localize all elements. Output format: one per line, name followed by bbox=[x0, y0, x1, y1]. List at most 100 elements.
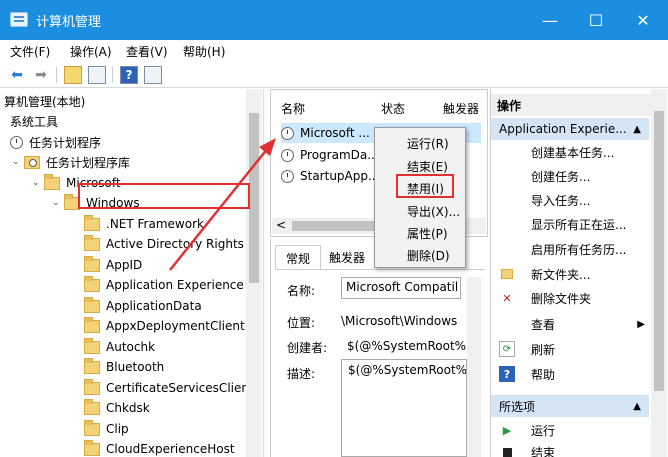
window-title: 计算机管理 bbox=[36, 15, 102, 30]
help-icon[interactable]: ? bbox=[120, 66, 138, 84]
tree-item-label: 算机管理(本地) bbox=[4, 94, 86, 109]
annotation-highlight-application-experience bbox=[78, 183, 250, 209]
folder-icon bbox=[44, 173, 60, 190]
action-run[interactable]: ▶ 运行 bbox=[499, 420, 555, 440]
close-button[interactable]: ✕ bbox=[620, 0, 666, 40]
delete-icon: ✕ bbox=[502, 291, 512, 305]
column-header-trigger[interactable]: 触发器 bbox=[443, 100, 479, 117]
library-icon bbox=[24, 155, 40, 169]
tree-item-clip[interactable]: Clip bbox=[84, 419, 129, 439]
folder-icon bbox=[84, 296, 100, 313]
action-create-task[interactable]: 创建任务... bbox=[499, 166, 590, 186]
tree-item-label: ApplicationData bbox=[106, 299, 202, 313]
task-row-programdata[interactable]: ProgramDa... bbox=[281, 145, 379, 165]
details-scrollbar[interactable] bbox=[467, 277, 481, 457]
tree-item-cloudexperiencehost[interactable]: CloudExperienceHost bbox=[84, 439, 235, 457]
name-label: 名称: bbox=[287, 284, 316, 298]
toolbar: ⬅ ➡ ? bbox=[0, 62, 668, 88]
action-help[interactable]: ? 帮助 bbox=[499, 364, 555, 384]
toolbar-separator bbox=[112, 67, 113, 83]
collapse-icon[interactable]: ▲ bbox=[633, 124, 641, 135]
menu-view[interactable]: 查看(V) bbox=[126, 43, 168, 60]
action-label: 结束 bbox=[531, 445, 556, 457]
task-name: Microsoft ... bbox=[300, 126, 370, 140]
maximize-button[interactable]: ☐ bbox=[573, 0, 619, 40]
menu-action[interactable]: 操作(A) bbox=[70, 43, 112, 60]
column-header-name[interactable]: 名称 bbox=[281, 100, 305, 117]
actions-pane: 操作 Application Experie... ▲ 创建基本任务... 创建… bbox=[490, 89, 668, 457]
description-label: 描述: bbox=[287, 367, 316, 381]
tree-item-application-experience[interactable]: Application Experience bbox=[84, 275, 244, 295]
action-label: 删除文件夹 bbox=[531, 291, 592, 306]
context-menu-properties[interactable]: 属性(P) bbox=[375, 222, 465, 244]
properties-icon[interactable] bbox=[144, 66, 162, 84]
tree-item-appid[interactable]: AppID bbox=[84, 255, 142, 275]
action-group-selected-item[interactable]: 所选项 ▲ bbox=[491, 395, 649, 417]
folder-icon bbox=[84, 398, 100, 415]
task-row-startupapp[interactable]: StartupApp... bbox=[281, 166, 379, 186]
chevron-down-icon[interactable]: ⌄ bbox=[12, 157, 24, 167]
name-field[interactable]: Microsoft Compatil bbox=[341, 277, 461, 299]
action-group-title: Application Experie... bbox=[499, 122, 627, 136]
minimize-button[interactable]: — bbox=[527, 0, 573, 40]
tree-item-certificateservicesclient[interactable]: CertificateServicesClien bbox=[84, 378, 249, 398]
menu-file[interactable]: 文件(F) bbox=[10, 43, 50, 60]
folder-icon bbox=[84, 439, 100, 456]
folder-icon bbox=[84, 214, 100, 231]
folder-icon bbox=[84, 234, 100, 251]
context-menu-export[interactable]: 导出(X)... bbox=[375, 200, 465, 222]
view-icon bbox=[499, 316, 515, 332]
action-refresh[interactable]: ⟳ 刷新 bbox=[499, 339, 555, 359]
tree-item-task-scheduler[interactable]: 任务计划程序 bbox=[10, 132, 101, 152]
collapse-icon[interactable]: ▲ bbox=[633, 401, 641, 412]
tree-item-system-tools[interactable]: 系统工具 bbox=[10, 111, 58, 131]
tree-scrollbar-thumb[interactable] bbox=[249, 113, 259, 283]
tree-scrollbar[interactable] bbox=[246, 89, 262, 457]
task-details-panel: 常规 触发器 名称: Microsoft Compatil 位置: \Micro… bbox=[270, 239, 488, 457]
tree-item-task-library[interactable]: ⌄ 任务计划程序库 bbox=[12, 152, 130, 172]
actions-scrollbar[interactable] bbox=[651, 89, 667, 457]
tree-item-chkdsk[interactable]: Chkdsk bbox=[84, 398, 150, 418]
action-import-task[interactable]: 导入任务... bbox=[499, 190, 590, 210]
actions-scrollbar-thumb[interactable] bbox=[654, 111, 664, 391]
action-label: 创建基本任务... bbox=[531, 145, 615, 160]
tab-triggers[interactable]: 触发器 bbox=[319, 245, 375, 269]
menu-help[interactable]: 帮助(H) bbox=[183, 43, 225, 60]
action-show-running-tasks[interactable]: 显示所有正在运... bbox=[499, 214, 626, 234]
task-icon bbox=[499, 168, 515, 184]
up-folder-icon[interactable] bbox=[64, 66, 82, 84]
back-arrow-icon[interactable]: ⬅ bbox=[8, 66, 26, 84]
tree-item-active-directory-rights[interactable]: Active Directory Rights bbox=[84, 234, 244, 254]
tree-item-computer-management[interactable]: 算机管理(本地) bbox=[4, 91, 85, 111]
tree-item-net-framework[interactable]: .NET Framework bbox=[84, 214, 204, 234]
action-view[interactable]: 查看 ▶ bbox=[499, 314, 645, 334]
action-enable-task-history[interactable]: 启用所有任务历... bbox=[499, 239, 626, 259]
forward-arrow-icon[interactable]: ➡ bbox=[32, 66, 50, 84]
task-name: StartupApp... bbox=[300, 169, 380, 183]
chevron-down-icon[interactable]: ⌄ bbox=[32, 178, 44, 188]
column-header-status[interactable]: 状态 bbox=[381, 100, 405, 117]
folder-icon bbox=[84, 337, 100, 354]
context-menu-delete[interactable]: 删除(D) bbox=[375, 244, 465, 266]
context-menu-run[interactable]: 运行(R) bbox=[375, 132, 465, 154]
tree-item-autochk[interactable]: Autochk bbox=[84, 337, 155, 357]
tab-general[interactable]: 常规 bbox=[275, 245, 322, 269]
tree-item-label: Autochk bbox=[106, 340, 156, 354]
tree-item-bluetooth[interactable]: Bluetooth bbox=[84, 357, 164, 377]
chevron-down-icon[interactable]: ⌄ bbox=[52, 198, 64, 208]
action-label: 刷新 bbox=[531, 342, 556, 357]
description-field[interactable]: $(@%SystemRoot% bbox=[341, 359, 467, 457]
tree-item-label: Bluetooth bbox=[106, 360, 165, 374]
running-tasks-icon bbox=[499, 216, 515, 232]
tree-item-appxdeploymentclient[interactable]: AppxDeploymentClient bbox=[84, 316, 245, 336]
tree-item-applicationdata[interactable]: ApplicationData bbox=[84, 296, 202, 316]
scroll-left-icon[interactable]: < bbox=[276, 218, 286, 232]
action-label: 运行 bbox=[531, 423, 556, 438]
action-new-folder[interactable]: 新文件夹... bbox=[499, 264, 590, 284]
show-tree-icon[interactable] bbox=[88, 66, 106, 84]
action-end[interactable]: 结束 bbox=[499, 442, 555, 457]
action-group-application-experience[interactable]: Application Experie... ▲ bbox=[491, 118, 649, 140]
action-create-basic-task[interactable]: 创建基本任务... bbox=[499, 142, 614, 162]
tree-item-label: .NET Framework bbox=[106, 217, 204, 231]
action-delete-folder[interactable]: ✕ 删除文件夹 bbox=[499, 288, 591, 308]
